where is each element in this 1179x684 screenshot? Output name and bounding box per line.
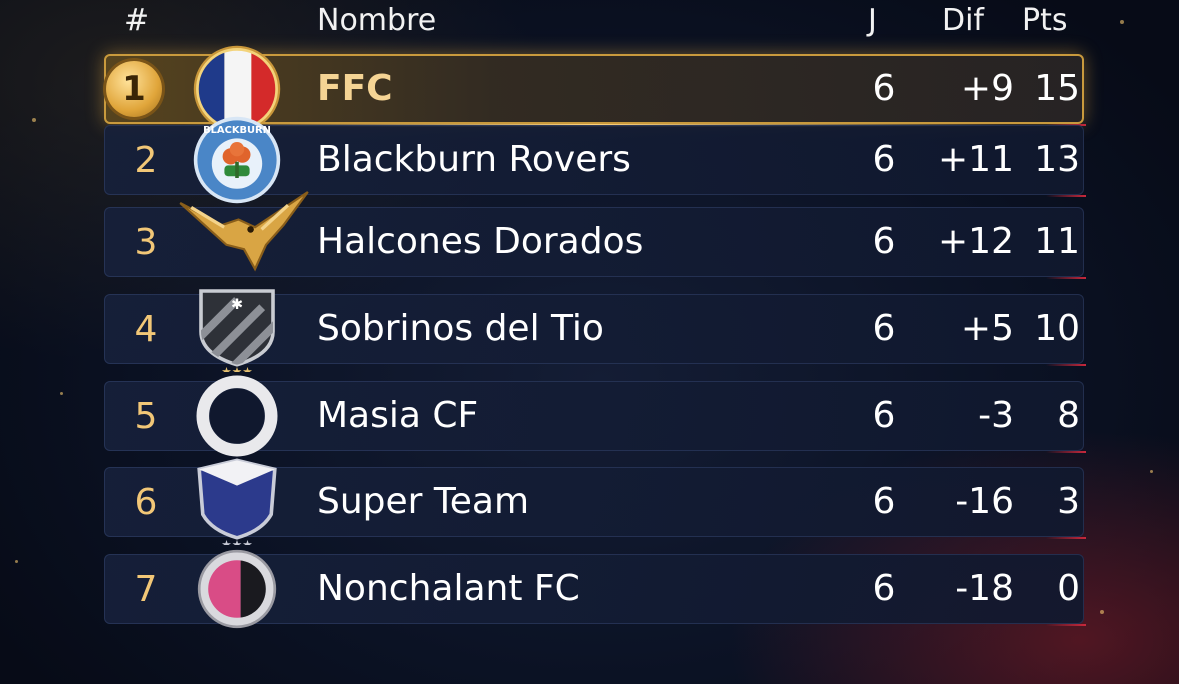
rank-number: 4 bbox=[134, 309, 158, 350]
played-value: 6 bbox=[872, 139, 896, 180]
played-value: 6 bbox=[872, 568, 896, 609]
played-value: 6 bbox=[872, 481, 896, 522]
points-value: 8 bbox=[1057, 395, 1080, 436]
played-value: 6 bbox=[872, 221, 896, 262]
team-name: Blackburn Rovers bbox=[317, 139, 631, 180]
points-value: 11 bbox=[1034, 221, 1080, 262]
team-name: FFC bbox=[317, 68, 393, 109]
table-row[interactable]: 4 ✱ ★★★ Sobrinos del Tio 6 +5 10 bbox=[104, 289, 1086, 372]
white-ring-crest-icon bbox=[196, 375, 278, 457]
blue-shield-crest-icon: ★★★ bbox=[197, 458, 277, 545]
standings-table: 1 FFC 6 +9 15 2 BLACKBURN Blackburn Rove… bbox=[0, 0, 1179, 684]
rank-medal: 1 bbox=[106, 61, 162, 117]
diff-value: +9 bbox=[960, 68, 1014, 109]
points-value: 0 bbox=[1057, 568, 1080, 609]
pink-black-circle-crest-icon bbox=[197, 549, 277, 629]
rank-number: 6 bbox=[134, 482, 158, 523]
points-value: 10 bbox=[1034, 308, 1080, 349]
diff-value: +12 bbox=[938, 221, 1014, 262]
striped-shield-crest-icon: ✱ ★★★ bbox=[199, 289, 275, 372]
table-row[interactable]: 7 Nonchalant FC 6 -18 0 bbox=[104, 549, 1086, 629]
team-name: Super Team bbox=[317, 481, 530, 522]
table-row[interactable]: 3 Halcones Dorados 6 +12 11 bbox=[104, 191, 1086, 279]
points-value: 13 bbox=[1034, 139, 1080, 180]
rank-number: 7 bbox=[134, 569, 158, 610]
diff-value: -18 bbox=[955, 568, 1014, 609]
diff-value: +11 bbox=[938, 139, 1014, 180]
played-value: 6 bbox=[872, 395, 896, 436]
table-row[interactable]: 5 Masia CF 6 -3 8 bbox=[104, 375, 1086, 457]
diff-value: +5 bbox=[960, 308, 1014, 349]
team-name: Nonchalant FC bbox=[317, 568, 580, 609]
played-value: 6 bbox=[872, 308, 896, 349]
points-value: 15 bbox=[1034, 68, 1080, 109]
rank-number: 2 bbox=[134, 140, 158, 181]
diff-value: -16 bbox=[955, 481, 1014, 522]
table-row[interactable]: 6 ★★★ Super Team 6 -16 3 bbox=[104, 458, 1086, 545]
diff-value: -3 bbox=[978, 395, 1014, 436]
crest-text: BLACKBURN bbox=[203, 125, 271, 136]
svg-text:✱: ✱ bbox=[231, 297, 243, 313]
table-row[interactable]: 1 FFC 6 +9 15 bbox=[104, 45, 1086, 133]
points-value: 3 bbox=[1057, 481, 1080, 522]
team-name: Masia CF bbox=[317, 395, 479, 436]
rank-number: 5 bbox=[134, 396, 158, 437]
played-value: 6 bbox=[872, 68, 896, 109]
team-name: Sobrinos del Tio bbox=[317, 308, 604, 349]
golden-falcon-crest-icon bbox=[179, 191, 309, 272]
team-name: Halcones Dorados bbox=[317, 221, 644, 262]
